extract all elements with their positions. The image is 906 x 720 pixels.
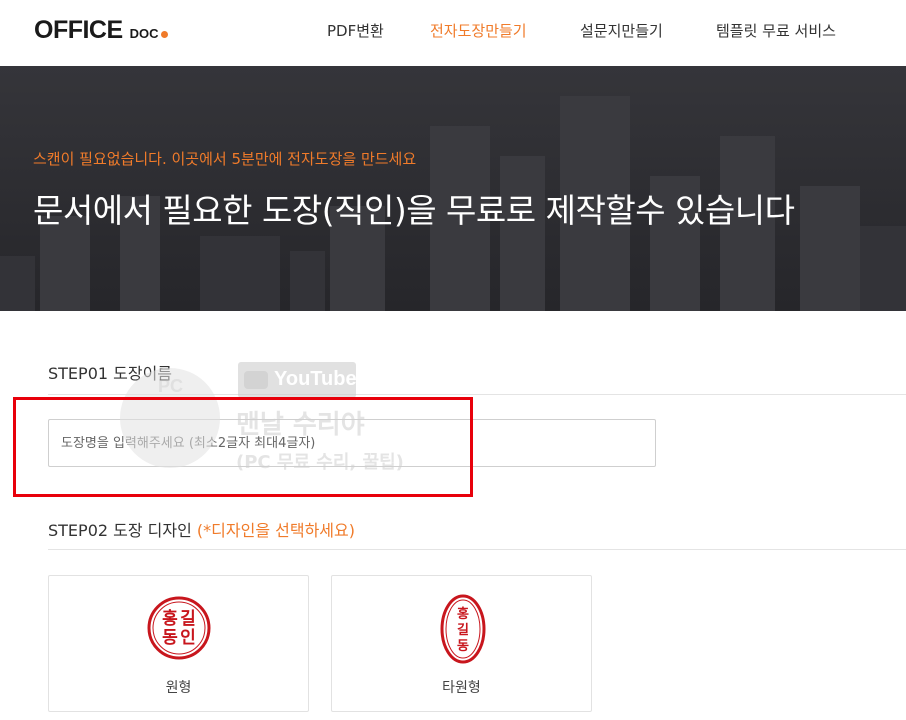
step2-divider [48, 549, 906, 550]
seal-char: 길 [180, 609, 196, 629]
step1-label: STEP01 도장이름 [48, 364, 173, 383]
seal-name-input[interactable] [48, 419, 656, 467]
hero-title: 문서에서 필요한 도장(직인)을 무료로 제작할수 있습니다 [33, 191, 795, 230]
seal-char: 인 [180, 628, 196, 648]
seal-oval-preview: 홍 길 동 [440, 594, 486, 664]
step2-label: STEP02 도장 디자인 (*디자인을 선택하세요) [48, 517, 355, 541]
seal-char: 홍 [162, 608, 178, 629]
seal-char: 길 [457, 623, 469, 638]
design-card-circle-label: 원형 [165, 680, 192, 696]
hero-banner: 스캔이 필요없습니다. 이곳에서 5분만에 전자도장을 만드세요 문서에서 필요… [0, 66, 906, 311]
youtube-play-icon [244, 371, 268, 389]
nav-item-survey[interactable]: 설문지만들기 [580, 20, 663, 41]
nav-item-pdf-convert[interactable]: PDF변환 [327, 20, 384, 41]
seal-char: 홍 [457, 606, 469, 622]
step2-hint: (*디자인을 선택하세요) [196, 521, 355, 540]
design-card-oval[interactable]: 홍 길 동 타원형 [331, 575, 592, 712]
design-card-oval-label: 타원형 [442, 680, 481, 696]
watermark-youtube-logo: YouTube [238, 362, 357, 398]
seal-char: 동 [162, 628, 178, 648]
seal-circle-preview: 홍 길 동 인 [147, 596, 211, 660]
main-nav: PDF변환 전자도장만들기 설문지만들기 템플릿 무료 서비스 [0, 20, 906, 40]
step2-label-text: STEP02 도장 디자인 [48, 521, 192, 540]
step1-divider [48, 394, 906, 395]
nav-item-e-seal[interactable]: 전자도장만들기 [430, 20, 527, 41]
hero-subtitle: 스캔이 필요없습니다. 이곳에서 5분만에 전자도장을 만드세요 [33, 150, 417, 168]
watermark-youtube-text: YouTube [274, 368, 357, 390]
nav-item-template[interactable]: 템플릿 무료 서비스 [716, 20, 836, 41]
seal-char: 동 [457, 639, 469, 654]
site-header: OFFICE DOC PDF변환 전자도장만들기 설문지만들기 템플릿 무료 서… [0, 0, 906, 66]
design-card-circle[interactable]: 홍 길 동 인 원형 [48, 575, 309, 712]
